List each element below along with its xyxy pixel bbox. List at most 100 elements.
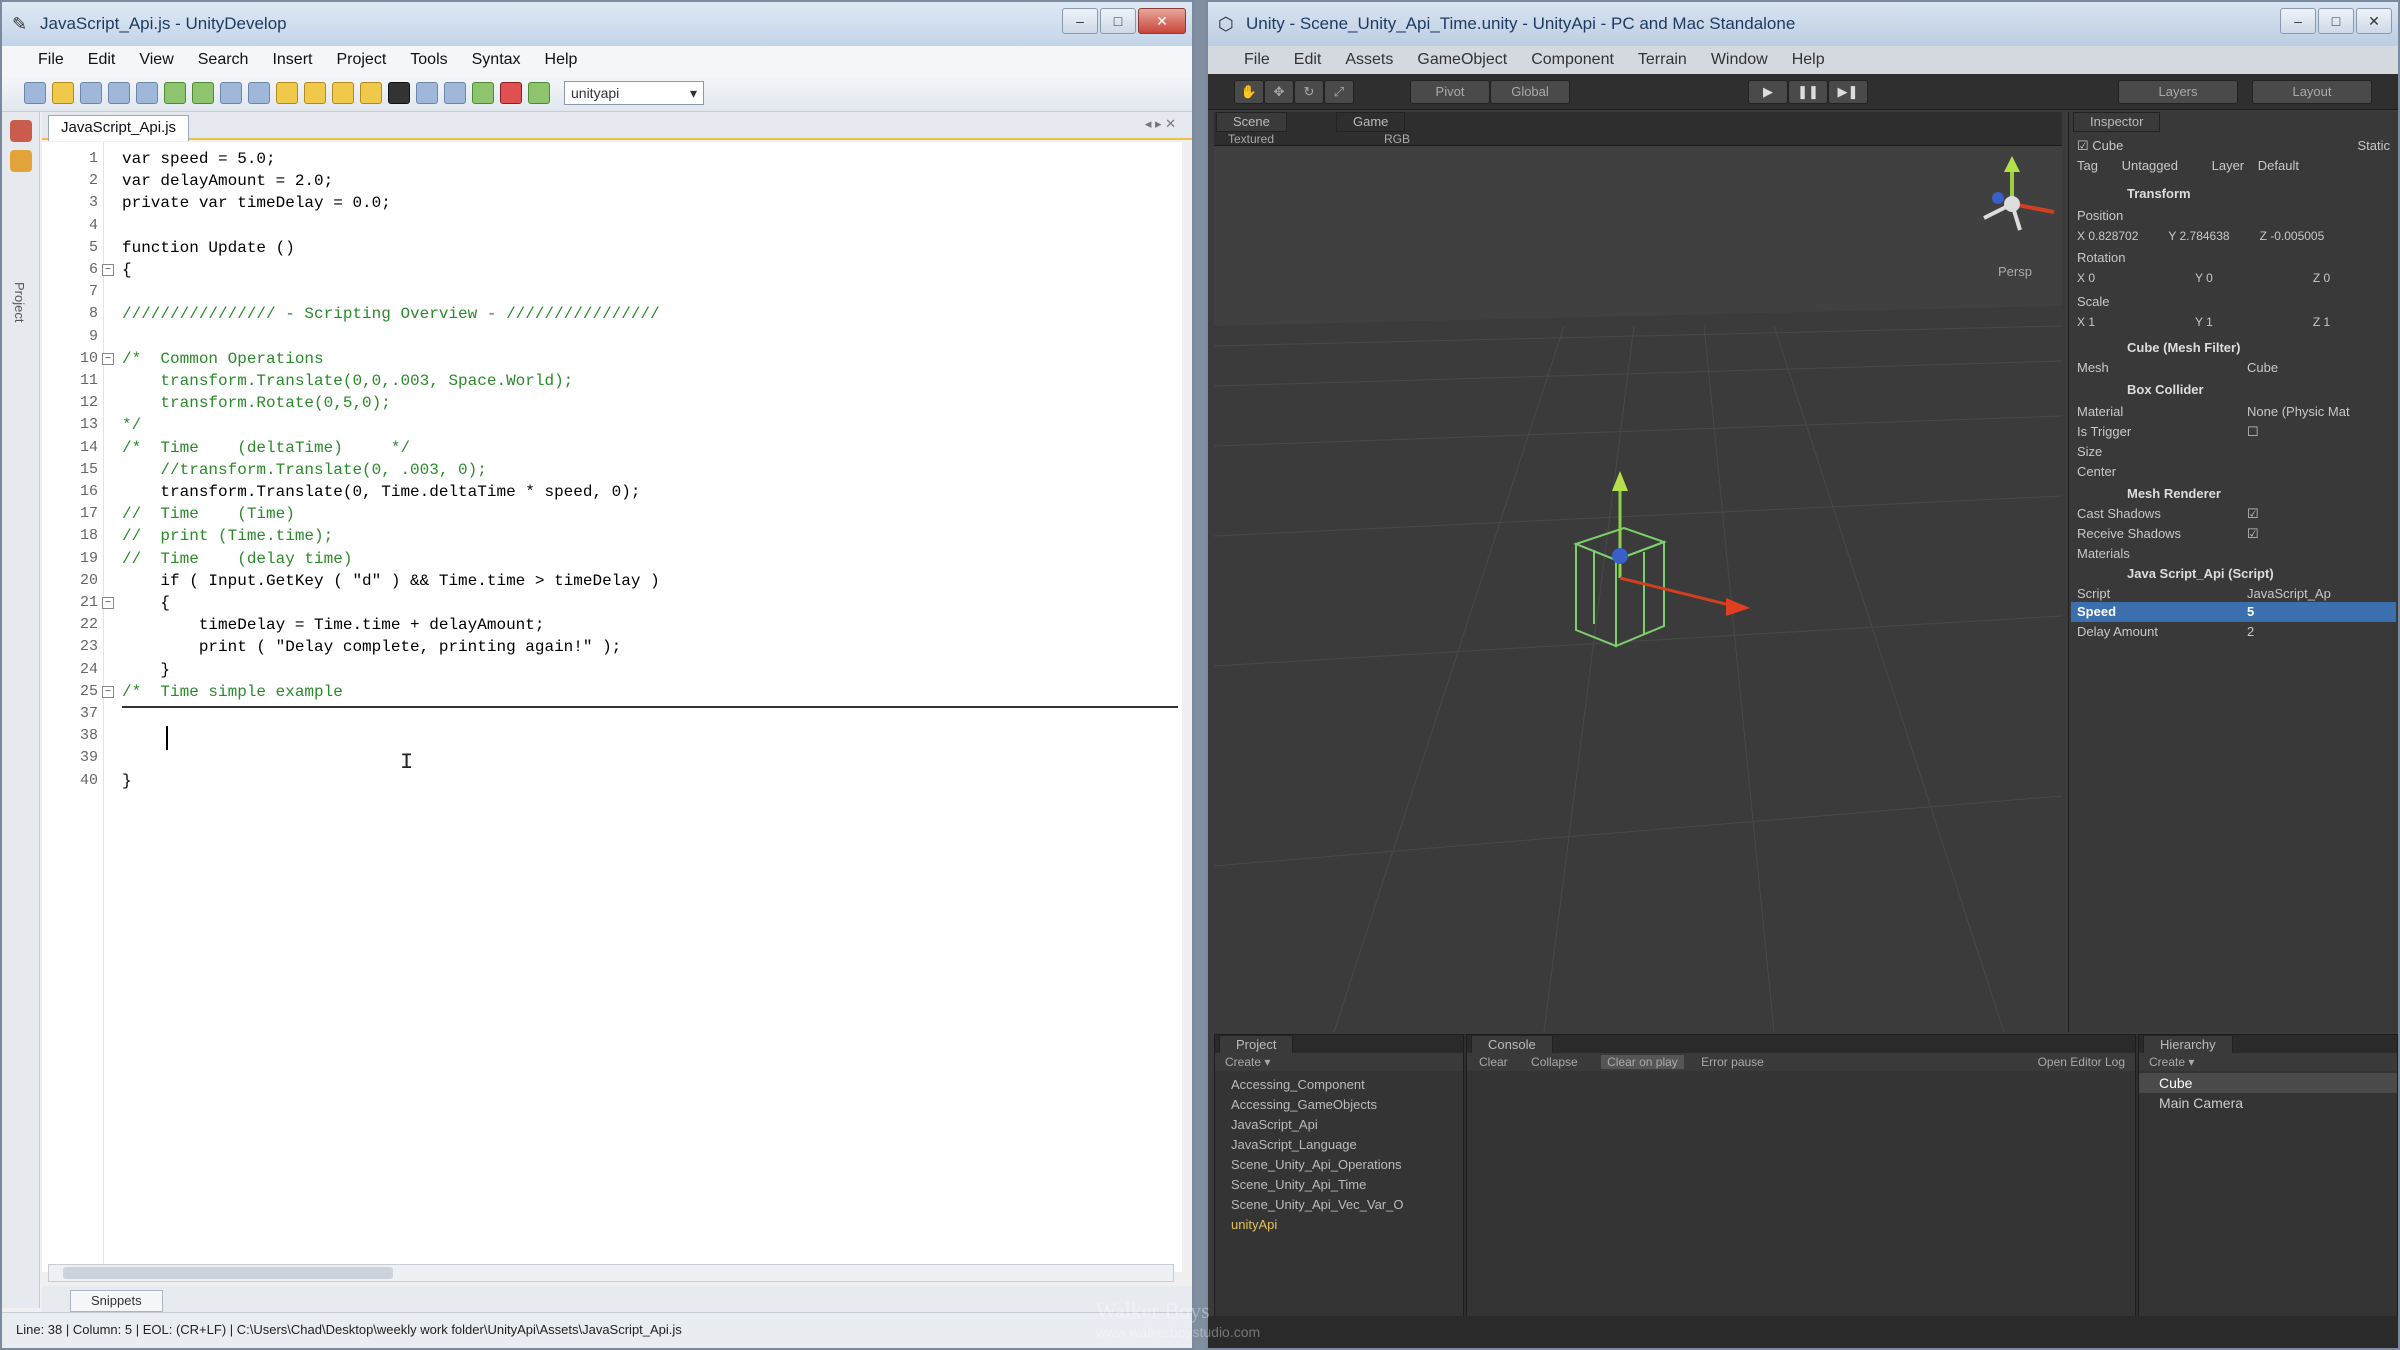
paste-icon[interactable] <box>276 81 298 104</box>
menu-file[interactable]: File <box>26 51 76 69</box>
code-line[interactable]: var delayAmount = 2.0; <box>122 170 333 192</box>
z-axis-handle[interactable] <box>1612 548 1628 564</box>
console-clear-button[interactable]: Clear <box>1479 1055 1508 1069</box>
code-line[interactable]: // Time (delay time) <box>122 548 352 570</box>
transform-component[interactable]: Transform <box>2077 184 2390 204</box>
unity-minimize-button[interactable]: – <box>2280 8 2316 34</box>
hand-tool-icon[interactable]: ✋ <box>1234 80 1264 104</box>
check-syntax-icon[interactable] <box>472 81 494 104</box>
code-line[interactable]: transform.Rotate(0,5,0); <box>122 392 390 414</box>
print-icon[interactable] <box>136 81 158 104</box>
project-item[interactable]: JavaScript_Api <box>1231 1115 1318 1135</box>
unity-menu-window[interactable]: Window <box>1699 51 1780 69</box>
tag-dropdown[interactable]: Untagged <box>2122 158 2178 173</box>
rotate-tool-icon[interactable]: ↻ <box>1294 80 1324 104</box>
code-line[interactable]: print ( "Delay complete, printing again!… <box>122 636 621 658</box>
open-file-icon[interactable] <box>52 81 74 104</box>
save-icon[interactable] <box>80 81 102 104</box>
console-error-pause-button[interactable]: Error pause <box>1701 1055 1764 1069</box>
tab-hierarchy[interactable]: Hierarchy <box>2143 1035 2233 1055</box>
code-line[interactable]: transform.Translate(0, Time.deltaTime * … <box>122 481 640 503</box>
static-checkbox[interactable]: Static <box>2357 136 2390 156</box>
script-component[interactable]: Java Script_Api (Script) <box>2077 564 2390 584</box>
code-line[interactable]: /* Common Operations <box>122 348 324 370</box>
center-label[interactable]: Center <box>2077 462 2390 482</box>
menu-insert[interactable]: Insert <box>260 51 324 69</box>
project-item[interactable]: Scene_Unity_Api_Time <box>1231 1175 1366 1195</box>
cube-active-checkbox[interactable]: ☑ <box>2077 138 2089 153</box>
close-button[interactable]: ✕ <box>1138 8 1186 34</box>
unity-close-button[interactable]: ✕ <box>2356 8 2392 34</box>
is-trigger-checkbox[interactable]: ☐ <box>2247 422 2259 442</box>
maximize-button[interactable]: □ <box>1100 8 1136 34</box>
code-line[interactable]: function Update () <box>122 237 295 259</box>
scrollbar-thumb[interactable] <box>63 1267 393 1279</box>
fold-toggle-icon[interactable]: − <box>102 264 114 276</box>
code-line[interactable]: //////////////// - Scripting Overview - … <box>122 303 660 325</box>
cast-shadows-checkbox[interactable]: ☑ <box>2247 504 2259 524</box>
project-select[interactable]: unityapi <box>564 80 704 105</box>
play-button[interactable]: ▶ <box>1748 80 1788 104</box>
color-mode-dropdown[interactable]: RGB <box>1384 132 1410 146</box>
rotation-z[interactable]: Z 0 <box>2313 271 2330 285</box>
cut-icon[interactable] <box>220 81 242 104</box>
hierarchy-create-button[interactable]: Create ▾ <box>2139 1053 2397 1071</box>
mesh-filter-component[interactable]: Cube (Mesh Filter) <box>2077 338 2390 358</box>
code-line[interactable]: // Time (Time) <box>122 503 295 525</box>
tab-project[interactable]: Project <box>1219 1035 1294 1055</box>
bookmark-icon[interactable] <box>304 81 326 104</box>
menu-project[interactable]: Project <box>324 51 398 69</box>
mesh-renderer-component[interactable]: Mesh Renderer <box>2077 484 2390 504</box>
persp-label[interactable]: Persp <box>1998 264 2032 279</box>
folder-icon[interactable] <box>10 150 32 172</box>
code-line[interactable]: var speed = 5.0; <box>122 148 276 170</box>
code-line[interactable]: if ( Input.GetKey ( "d" ) && Time.time >… <box>122 570 659 592</box>
step-button[interactable]: ▶❚ <box>1828 80 1868 104</box>
fold-toggle-icon[interactable]: − <box>102 352 114 365</box>
materials-label[interactable]: Materials <box>2077 544 2390 564</box>
tab-javascript-api[interactable]: JavaScript_Api.js <box>48 115 190 141</box>
unity-maximize-button[interactable]: □ <box>2318 8 2354 34</box>
speed-field[interactable]: 5 <box>2247 602 2254 622</box>
project-create-button[interactable]: Create ▾ <box>1215 1053 1463 1071</box>
code-line[interactable]: } <box>122 659 170 681</box>
code-line[interactable]: */ <box>122 414 141 436</box>
fold-toggle-icon[interactable]: − <box>102 685 114 698</box>
code-line[interactable]: //transform.Translate(0, .003, 0); <box>122 459 486 481</box>
menu-search[interactable]: Search <box>186 51 261 69</box>
material-field[interactable]: None (Physic Mat <box>2247 402 2350 422</box>
delay-amount-field[interactable]: 2 <box>2247 622 2254 642</box>
tab-scroll-arrows-icon[interactable]: ◂ ▸ ✕ <box>1145 116 1176 132</box>
code-line[interactable]: private var timeDelay = 0.0; <box>122 192 391 214</box>
menu-help[interactable]: Help <box>533 51 590 69</box>
split-view-icon[interactable] <box>416 81 438 104</box>
render-mode-dropdown[interactable]: Textured <box>1228 132 1274 146</box>
tab-inspector[interactable]: Inspector <box>2073 112 2161 132</box>
object-name[interactable]: Cube <box>2092 138 2123 153</box>
global-toggle[interactable]: Global <box>1490 80 1570 104</box>
project-item[interactable]: Accessing_GameObjects <box>1231 1095 1377 1115</box>
mesh-field[interactable]: Cube <box>2247 358 2278 378</box>
unity-menu-file[interactable]: File <box>1232 51 1282 69</box>
code-line[interactable]: /* Time simple example <box>122 681 343 703</box>
scale-z[interactable]: Z 1 <box>2313 315 2330 329</box>
replace-icon[interactable] <box>360 81 382 104</box>
save-all-icon[interactable] <box>108 81 130 104</box>
tab-game[interactable]: Game <box>1336 112 1406 132</box>
layout-dropdown[interactable]: Layout <box>2252 80 2372 104</box>
unity-menu-assets[interactable]: Assets <box>1333 51 1405 69</box>
pivot-toggle[interactable]: Pivot <box>1410 80 1490 104</box>
code-line[interactable]: { <box>122 592 170 614</box>
scene-view[interactable]: Persp <box>1214 146 2062 1032</box>
panel-icon[interactable] <box>444 81 466 104</box>
position-z[interactable]: Z -0.005005 <box>2260 229 2325 243</box>
code-line[interactable]: // print (Time.time); <box>122 525 333 547</box>
unity-menu-gameobject[interactable]: GameObject <box>1405 51 1519 69</box>
menu-tools[interactable]: Tools <box>398 51 459 69</box>
project-item[interactable]: Scene_Unity_Api_Vec_Var_O <box>1231 1195 1403 1215</box>
debug-icon[interactable] <box>500 81 522 104</box>
console-clear-on-play-button[interactable]: Clear on play <box>1601 1055 1684 1069</box>
project-item[interactable]: Scene_Unity_Api_Operations <box>1231 1155 1402 1175</box>
hierarchy-item[interactable]: Main Camera <box>2159 1093 2243 1113</box>
rotation-y[interactable]: Y 0 <box>2195 271 2213 285</box>
